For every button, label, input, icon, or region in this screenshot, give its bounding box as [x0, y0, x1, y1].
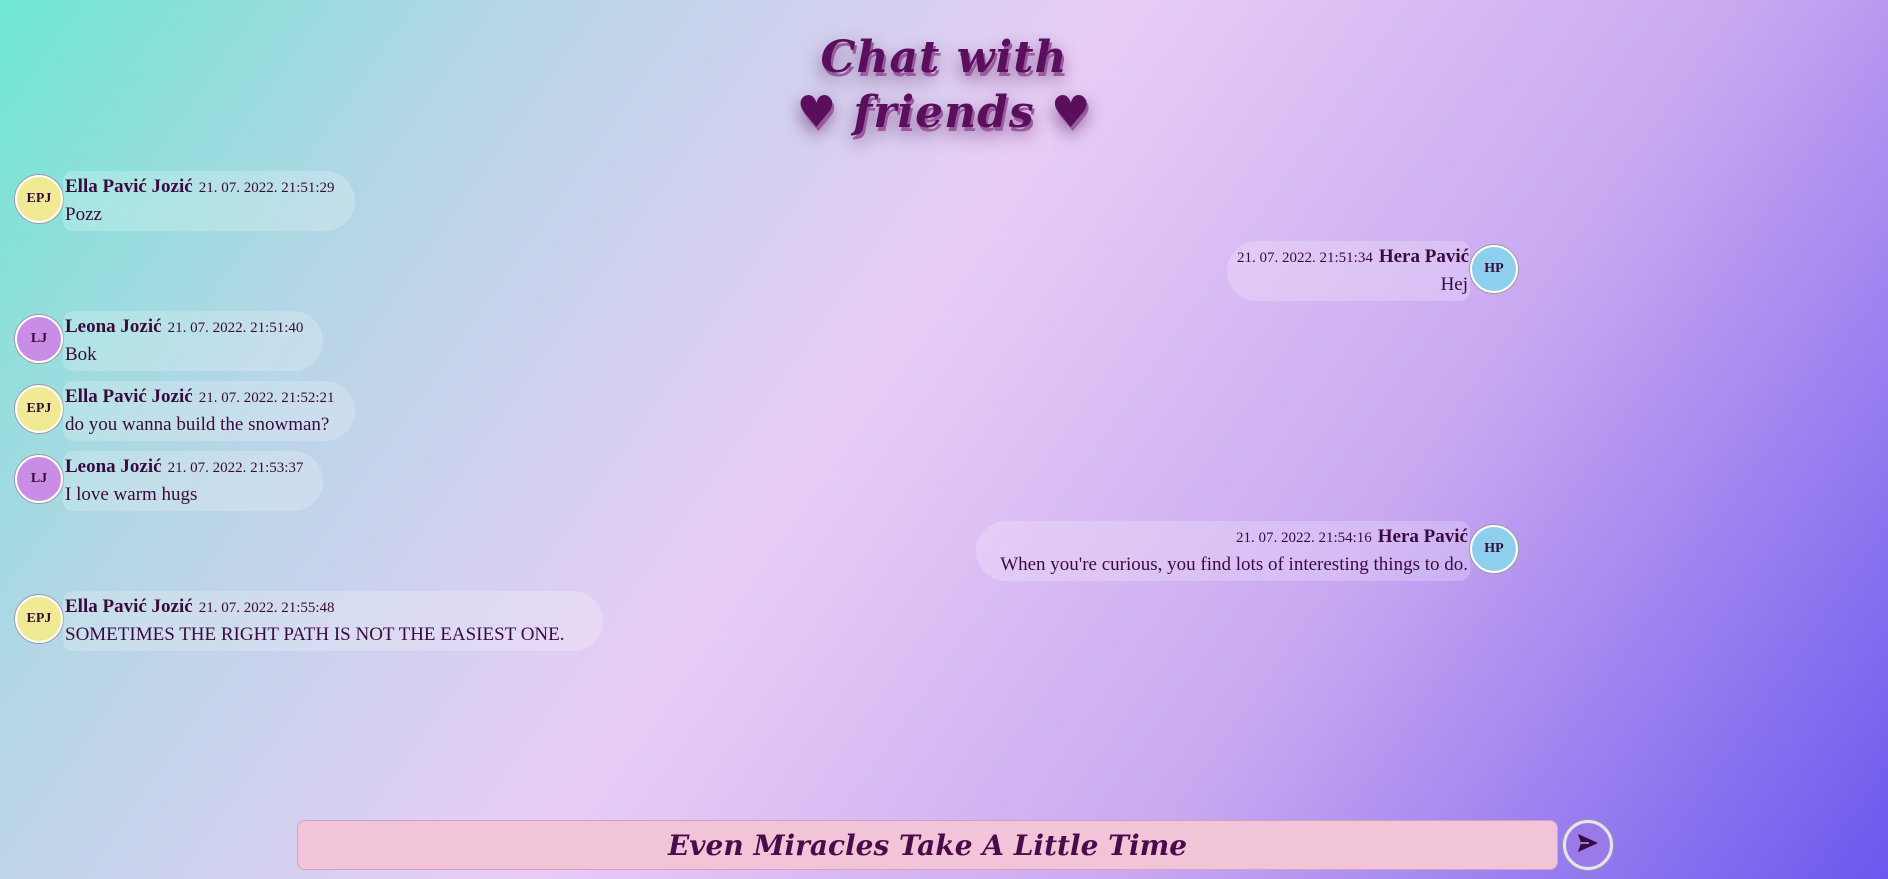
message-text: do you wanna build the snowman?	[65, 414, 330, 435]
send-button[interactable]	[1563, 820, 1613, 870]
sender-name: Hera Pavić	[1378, 246, 1470, 267]
avatar: LJ	[15, 455, 63, 503]
avatar: EPJ	[15, 595, 63, 643]
timestamp: 21. 07. 2022. 21:51:34	[1237, 250, 1373, 266]
message-text: I love warm hugs	[65, 484, 198, 505]
message: HP 21. 07. 2022. 21:51:34 Hera Pavić Hej	[1227, 241, 1518, 301]
timestamp: 21. 07. 2022. 21:52:21	[198, 390, 335, 406]
avatar: HP	[1470, 525, 1518, 573]
sender-name: Leona Jozić	[65, 316, 162, 337]
message-text: When you're curious, you find lots of in…	[1000, 554, 1468, 575]
send-icon	[1577, 833, 1599, 858]
message-text: SOMETIMES THE RIGHT PATH IS NOT THE EASI…	[65, 624, 565, 645]
message-bubble: 21. 07. 2022. 21:54:16 Hera Pavić When yo…	[976, 521, 1470, 581]
timestamp: 21. 07. 2022. 21:54:16	[1235, 530, 1372, 546]
message-input[interactable]: Even Miracles Take A Little Time	[297, 820, 1558, 870]
sender-name: Leona Jozić	[65, 456, 162, 477]
message-text: Pozz	[65, 204, 102, 225]
timestamp: 21. 07. 2022. 21:53:37	[167, 460, 304, 476]
message-bubble: Ella Pavić Jozić 21. 07. 2022. 21:55:48 S…	[63, 591, 603, 651]
avatar: EPJ	[15, 385, 63, 433]
message: EPJ Ella Pavić Jozić 21. 07. 2022. 21:52:…	[15, 381, 355, 441]
message-text: Hej	[1440, 274, 1468, 295]
avatar: LJ	[15, 315, 63, 363]
sender-name: Ella Pavić Jozić	[65, 176, 193, 197]
sender-name: Ella Pavić Jozić	[65, 596, 193, 617]
message: EPJ Ella Pavić Jozić 21. 07. 2022. 21:51:…	[15, 171, 355, 231]
message-input-placeholder: Even Miracles Take A Little Time	[667, 828, 1188, 862]
sender-name: Ella Pavić Jozić	[65, 386, 193, 407]
message-bubble: Ella Pavić Jozić 21. 07. 2022. 21:52:21 d…	[63, 381, 355, 441]
message: EPJ Ella Pavić Jozić 21. 07. 2022. 21:55:…	[15, 591, 603, 651]
message: HP 21. 07. 2022. 21:54:16 Hera Pavić When…	[976, 521, 1518, 581]
avatar: EPJ	[15, 175, 63, 223]
message: LJ Leona Jozić 21. 07. 2022. 21:53:37 I l…	[15, 451, 323, 511]
chat-title: Chat with ♥ friends ♥	[0, 30, 1888, 140]
timestamp: 21. 07. 2022. 21:51:40	[167, 320, 304, 336]
avatar: HP	[1470, 245, 1518, 293]
timestamp: 21. 07. 2022. 21:55:48	[198, 600, 335, 616]
chat-title-line-2: ♥ friends ♥	[796, 87, 1092, 138]
sender-name: Hera Pavić	[1377, 526, 1468, 547]
chat-title-line-1: Chat with	[820, 32, 1068, 83]
timestamp: 21. 07. 2022. 21:51:29	[198, 180, 335, 196]
message-bubble: Leona Jozić 21. 07. 2022. 21:53:37 I love…	[63, 451, 323, 511]
message-bubble: 21. 07. 2022. 21:51:34 Hera Pavić Hej	[1227, 241, 1470, 301]
message: LJ Leona Jozić 21. 07. 2022. 21:51:40 Bok	[15, 311, 323, 371]
message-text: Bok	[65, 344, 97, 365]
message-bubble: Leona Jozić 21. 07. 2022. 21:51:40 Bok	[63, 311, 323, 371]
message-bubble: Ella Pavić Jozić 21. 07. 2022. 21:51:29 P…	[63, 171, 355, 231]
